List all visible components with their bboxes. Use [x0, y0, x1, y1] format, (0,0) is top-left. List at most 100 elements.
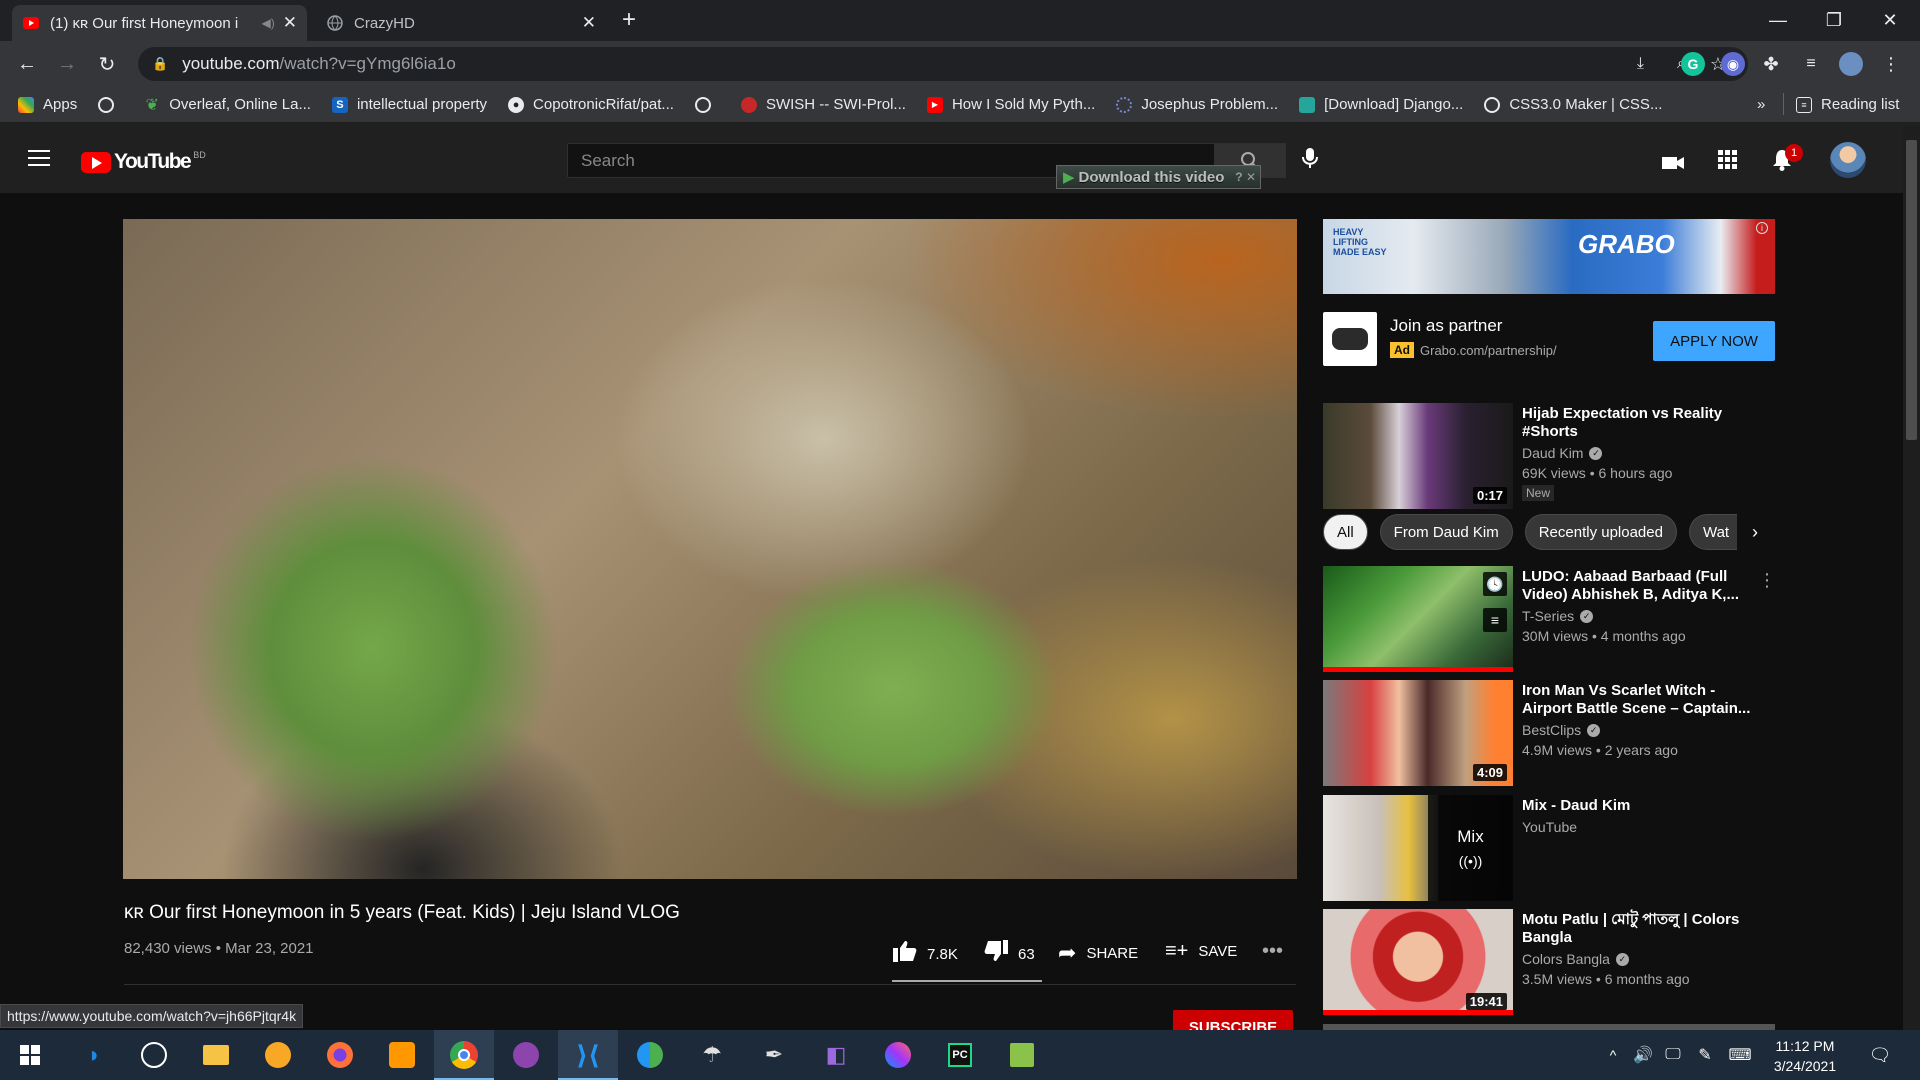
- new-tab-icon[interactable]: +: [622, 6, 636, 34]
- bookmark-python-video[interactable]: ▶ How I Sold My Pyth...: [926, 96, 1095, 113]
- profile-avatar[interactable]: [1839, 52, 1863, 76]
- bookmark-globe-2[interactable]: [694, 96, 720, 113]
- tab-close-icon[interactable]: ✕: [582, 13, 596, 33]
- tab-audio-icon[interactable]: ◀): [262, 16, 275, 30]
- channel-name[interactable]: Daud Kim ✓: [1522, 445, 1603, 461]
- recommendation-item[interactable]: Mix ((•)) Mix - Daud Kim YouTube: [1323, 795, 1775, 901]
- watch-later-icon[interactable]: 🕓: [1483, 572, 1507, 596]
- parachute-app-icon[interactable]: ☂: [682, 1030, 742, 1080]
- share-button[interactable]: ➦ SHARE: [1058, 940, 1138, 966]
- ad-banner-image[interactable]: HEAVY LIFTING MADE EASY GRABO: [1323, 219, 1775, 294]
- pycharm-icon[interactable]: PC: [930, 1030, 990, 1080]
- recommendation-item[interactable]: 🕓 ≡ LUDO: Aabaad Barbaad (Full Video) Ab…: [1323, 566, 1775, 672]
- media-control-icon[interactable]: ≡: [1799, 52, 1823, 76]
- reload-icon[interactable]: ↻: [94, 51, 120, 77]
- channel-name[interactable]: T-Series ✓: [1522, 608, 1594, 624]
- bookmark-github[interactable]: ● CopotronicRifat/pat...: [508, 96, 674, 113]
- visual-studio-icon[interactable]: ◧: [806, 1030, 866, 1080]
- chrome-icon[interactable]: [434, 1030, 494, 1080]
- channel-name[interactable]: YouTube: [1522, 819, 1577, 835]
- chrome-menu-icon[interactable]: ⋮: [1879, 52, 1903, 76]
- back-icon[interactable]: ←: [14, 51, 40, 77]
- lock-icon[interactable]: 🔒: [152, 56, 168, 72]
- pen-icon[interactable]: ✎: [1692, 1030, 1718, 1080]
- video-thumbnail[interactable]: 🕓 ≡: [1323, 566, 1513, 672]
- apps-icon[interactable]: [1718, 150, 1738, 176]
- whatsapp-icon[interactable]: [124, 1030, 184, 1080]
- address-bar[interactable]: 🔒 youtube.com/watch?v=gYmg6l6ia1o ⤓ ⌕ ☆: [138, 47, 1748, 81]
- system-clock[interactable]: 11:12 PM 3/24/2021: [1760, 1036, 1850, 1076]
- volume-icon[interactable]: 🔊: [1630, 1030, 1656, 1080]
- chip-recently-uploaded[interactable]: Recently uploaded: [1524, 514, 1677, 550]
- bookmark-apps[interactable]: Apps: [18, 96, 77, 113]
- menu-icon[interactable]: [28, 150, 50, 171]
- advertiser-logo[interactable]: [1323, 312, 1377, 366]
- channel-name[interactable]: Colors Bangla ✓: [1522, 951, 1629, 967]
- notification-center-icon[interactable]: 🗨: [1855, 1030, 1905, 1080]
- grammarly-icon[interactable]: G: [1681, 52, 1705, 76]
- mix-thumbnail[interactable]: Mix ((•)): [1323, 795, 1513, 901]
- video-thumbnail[interactable]: 0:17: [1323, 403, 1513, 509]
- youtube-logo[interactable]: YouTube BD: [81, 150, 206, 174]
- recommendation-item[interactable]: 4:09 Iron Man Vs Scarlet Witch - Airport…: [1323, 680, 1775, 786]
- refresh-app-icon[interactable]: ◑: [62, 1030, 122, 1080]
- spreadsheet-app-icon[interactable]: [992, 1030, 1052, 1080]
- reading-list-button[interactable]: ≡ Reading list: [1796, 96, 1899, 113]
- chevron-right-icon[interactable]: ›: [1752, 522, 1758, 543]
- paint-app-icon[interactable]: [372, 1030, 432, 1080]
- network-icon[interactable]: 🖵: [1660, 1030, 1686, 1080]
- restore-icon[interactable]: ❐: [1806, 0, 1862, 41]
- inkscape-icon[interactable]: ✒: [744, 1030, 804, 1080]
- install-icon[interactable]: ⤓: [1637, 55, 1644, 73]
- bookmark-globe[interactable]: [98, 96, 123, 113]
- ad-title[interactable]: Join as partner: [1390, 316, 1502, 336]
- channel-name[interactable]: BestClips ✓: [1522, 722, 1601, 738]
- bookmark-django[interactable]: [Download] Django...: [1299, 96, 1463, 113]
- messenger-icon[interactable]: [868, 1030, 928, 1080]
- bookmark-css3[interactable]: CSS3.0 Maker | CSS...: [1484, 96, 1662, 113]
- add-to-queue-icon[interactable]: ≡: [1483, 608, 1507, 632]
- more-options-icon[interactable]: ⋮: [1758, 570, 1776, 591]
- window-close-icon[interactable]: ✕: [1862, 0, 1918, 41]
- bookmark-overleaf[interactable]: ❦ Overleaf, Online La...: [144, 96, 311, 114]
- dislike-button[interactable]: 63: [984, 940, 1035, 968]
- forward-icon[interactable]: →: [54, 51, 80, 77]
- bookmark-josephus[interactable]: Josephus Problem...: [1116, 96, 1278, 113]
- tab-crazyhd[interactable]: CrazyHD ✕: [316, 5, 606, 41]
- tab-close-icon[interactable]: ✕: [283, 13, 297, 33]
- create-video-icon[interactable]: [1662, 151, 1684, 177]
- github-desktop-icon[interactable]: [496, 1030, 556, 1080]
- brave-icon[interactable]: [248, 1030, 308, 1080]
- windows-start-icon[interactable]: [0, 1030, 60, 1080]
- voice-search-icon[interactable]: [1302, 147, 1318, 175]
- chip-from-daud-kim[interactable]: From Daud Kim: [1379, 514, 1513, 550]
- app-globe-icon[interactable]: [620, 1030, 680, 1080]
- recommendation-item[interactable]: 19:41 Motu Patlu | মোটু পাতলু | Colors B…: [1323, 909, 1775, 1015]
- bookmarks-overflow-button[interactable]: »: [1757, 96, 1765, 113]
- download-help-close-icon[interactable]: ? ✕: [1235, 170, 1260, 184]
- extension-icon[interactable]: ◉: [1721, 52, 1745, 76]
- like-button[interactable]: 7.8K: [893, 940, 958, 968]
- keyboard-icon[interactable]: ⌨: [1722, 1030, 1758, 1080]
- firefox-icon[interactable]: [310, 1030, 370, 1080]
- tab-youtube[interactable]: (1) ᴋʀ Our first Honeymoon i ◀) ✕: [12, 5, 307, 41]
- user-avatar[interactable]: [1830, 142, 1866, 178]
- ad-info-icon[interactable]: i: [1756, 222, 1768, 234]
- chip-all[interactable]: All: [1323, 514, 1368, 550]
- bookmark-swish[interactable]: SWISH -- SWI-Prol...: [740, 96, 906, 113]
- vscode-icon[interactable]: ⟩⟨: [558, 1030, 618, 1080]
- recommendation-item[interactable]: 0:17 Hijab Expectation vs Reality #Short…: [1323, 403, 1775, 509]
- save-button[interactable]: ≡+ SAVE: [1165, 940, 1237, 963]
- bookmark-intellectual-property[interactable]: Sintellectual property: [331, 96, 487, 113]
- show-hidden-icons[interactable]: ^: [1600, 1030, 1626, 1080]
- apply-now-button[interactable]: APPLY NOW: [1653, 321, 1775, 361]
- scrollbar-thumb[interactable]: [1906, 140, 1917, 440]
- puzzle-extensions-icon[interactable]: ✤: [1759, 52, 1783, 76]
- video-thumbnail[interactable]: 19:41: [1323, 909, 1513, 1015]
- video-player[interactable]: [123, 219, 1297, 879]
- minimize-icon[interactable]: —: [1750, 0, 1806, 41]
- page-scrollbar[interactable]: [1903, 126, 1920, 1030]
- download-video-button[interactable]: ▶ Download this video ? ✕: [1056, 165, 1261, 189]
- video-thumbnail[interactable]: 4:09: [1323, 680, 1513, 786]
- chip-watched[interactable]: Wat: [1688, 514, 1737, 550]
